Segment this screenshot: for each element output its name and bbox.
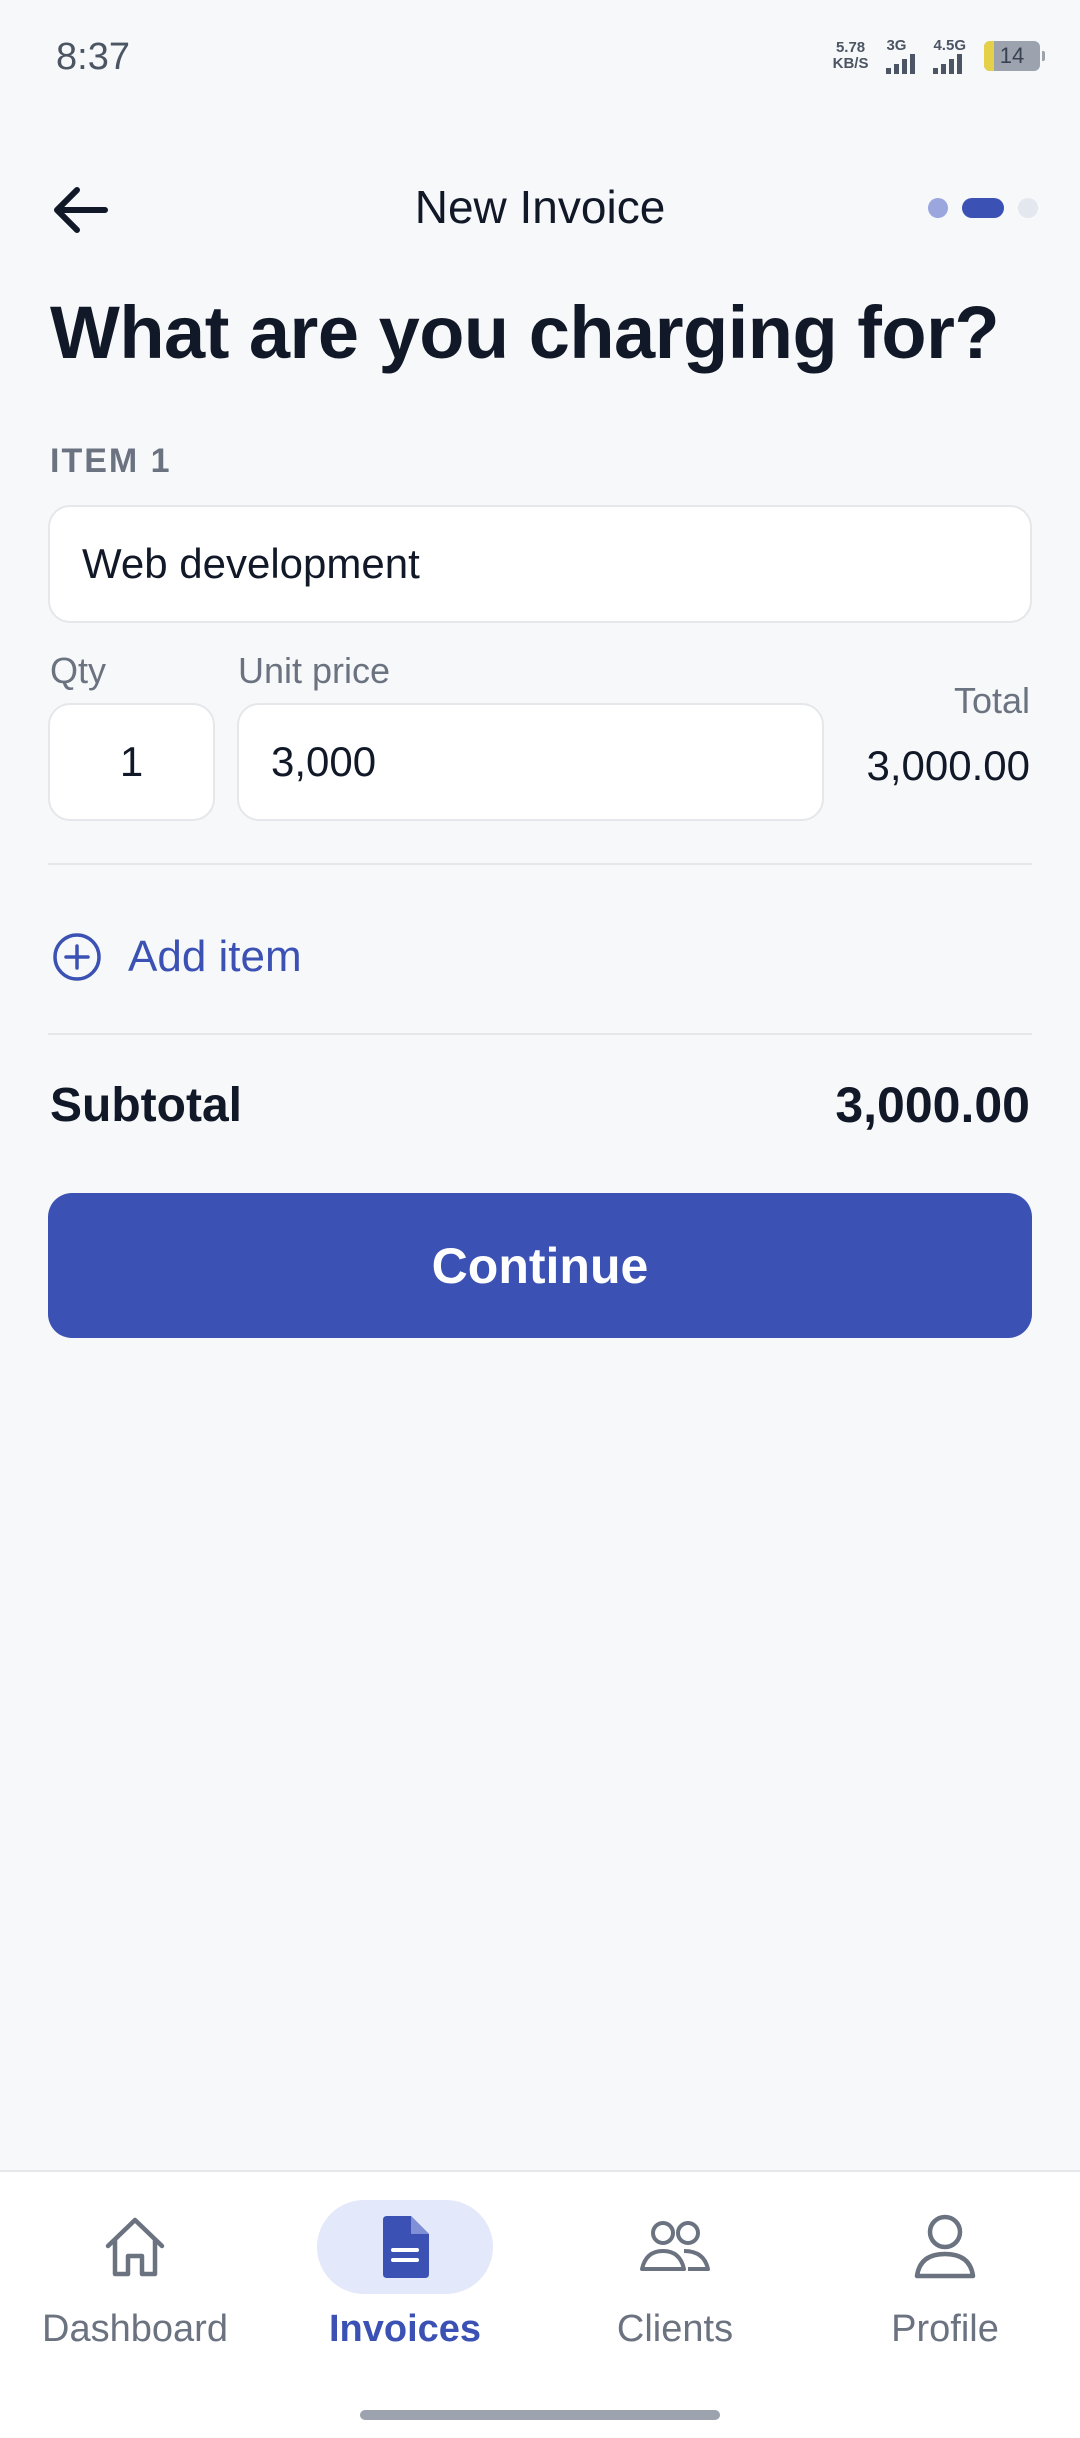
status-time: 8:37 [56,36,130,78]
subtotal-label: Subtotal [50,1079,242,1132]
nav-label-clients: Clients [616,2308,734,2350]
nav-item-dashboard[interactable]: Dashboard [0,2200,270,2351]
battery-level: 14 [999,43,1025,68]
unit-price-input[interactable] [237,703,824,821]
divider [48,863,1032,865]
home-icon [105,2217,165,2277]
network-speed: 5.78 KB/S [833,40,869,72]
qty-label: Qty [50,650,107,691]
nav-item-invoices[interactable]: Invoices [270,2200,540,2351]
item-label: ITEM 1 [50,442,172,480]
battery-icon: 14 [984,41,1045,71]
add-item-label: Add item [128,932,302,981]
nav-label-dashboard: Dashboard [42,2308,228,2350]
page-title: New Invoice [414,181,666,233]
network-speed-value: 5.78 [835,39,866,56]
add-item-button[interactable]: Add item [52,932,302,982]
users-icon [640,2221,710,2271]
nav-item-clients[interactable]: Clients [540,2200,810,2351]
item-description-input[interactable] [48,505,1032,623]
continue-button[interactable]: Continue [48,1193,1032,1338]
question-heading: What are you charging for? [50,291,1000,374]
subtotal-value: 3,000.00 [835,1077,1030,1133]
sim1-label: 3G [886,37,907,54]
network-speed-unit: KB/S [832,55,869,72]
nav-item-profile[interactable]: Profile [810,2200,1080,2351]
nav-label-invoices: Invoices [328,2308,482,2350]
step-dot-2 [962,198,1004,218]
step-dot-3 [1018,198,1038,218]
total-label: Total [953,680,1030,721]
step-indicator [928,198,1038,218]
nav-label-profile: Profile [891,2308,999,2350]
sim2-label: 4.5G [933,37,966,54]
home-indicator[interactable] [360,2410,720,2420]
user-icon [914,2214,976,2279]
document-icon [383,2216,429,2278]
divider [48,1033,1032,1035]
unit-price-label: Unit price [238,650,391,691]
sim1-signal-icon: 3G [886,37,916,74]
status-icons: 5.78 KB/S 3G 4.5G 14 [833,37,1045,74]
step-dot-1 [928,198,948,218]
total-value: 3,000.00 [866,742,1031,789]
sim2-signal-icon: 4.5G [933,38,966,74]
plus-circle-icon [53,933,101,981]
qty-input[interactable] [48,703,215,821]
